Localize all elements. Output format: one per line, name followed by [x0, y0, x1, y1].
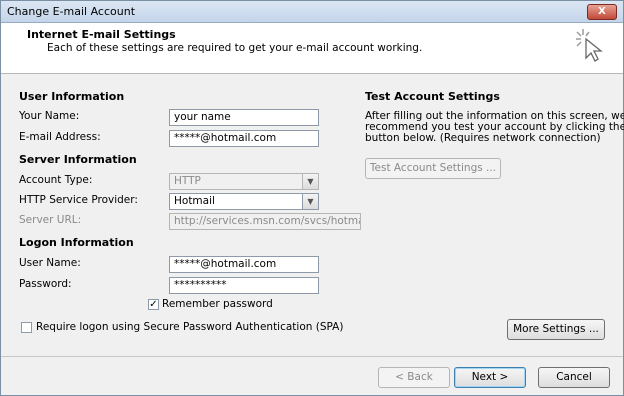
next-button[interactable]: Next >	[454, 367, 526, 388]
your-name-label: Your Name:	[19, 110, 80, 122]
server-info-heading: Server Information	[19, 153, 137, 166]
user-info-heading: User Information	[19, 90, 125, 103]
logon-info-heading: Logon Information	[19, 236, 134, 249]
test-settings-heading: Test Account Settings	[365, 90, 500, 103]
http-provider-select[interactable]: Hotmail ▼	[169, 193, 319, 210]
account-type-value: HTTP	[174, 175, 201, 187]
spa-label[interactable]: Require logon using Secure Password Auth…	[36, 321, 343, 333]
chevron-down-icon: ▼	[302, 174, 318, 189]
http-provider-value: Hotmail	[174, 195, 215, 207]
server-url-input: http://services.msn.com/svcs/hotmail/h	[169, 213, 361, 230]
email-address-input[interactable]: *****@hotmail.com	[169, 130, 319, 147]
password-label: Password:	[19, 278, 72, 290]
cancel-button[interactable]: Cancel	[538, 367, 610, 388]
header-subtitle: Each of these settings are required to g…	[47, 42, 423, 54]
remember-password-label[interactable]: Remember password	[162, 298, 273, 310]
test-settings-description-line3: button below. (Requires network connecti…	[365, 132, 601, 144]
title-bar[interactable]: Change E-mail Account X	[1, 1, 623, 23]
header-title: Internet E-mail Settings	[27, 28, 176, 41]
user-name-input[interactable]: *****@hotmail.com	[169, 256, 319, 273]
close-button[interactable]: X	[587, 4, 617, 20]
your-name-input[interactable]: your name	[169, 109, 319, 126]
back-button[interactable]: < Back	[378, 367, 450, 388]
chevron-down-icon[interactable]: ▼	[302, 194, 318, 209]
dialog-window: Change E-mail Account X Internet E-mail …	[0, 0, 624, 396]
user-name-label: User Name:	[19, 257, 81, 269]
spa-checkbox[interactable]	[21, 322, 32, 333]
header-panel: Internet E-mail Settings Each of these s…	[1, 23, 623, 74]
footer-divider	[1, 356, 623, 357]
remember-password-checkbox[interactable]: ✓	[148, 299, 159, 310]
server-url-label: Server URL:	[19, 214, 82, 226]
email-address-label: E-mail Address:	[19, 131, 101, 143]
password-input[interactable]: **********	[169, 277, 319, 294]
http-provider-label: HTTP Service Provider:	[19, 194, 138, 206]
account-type-label: Account Type:	[19, 174, 93, 186]
test-account-settings-button[interactable]: Test Account Settings ...	[365, 158, 501, 179]
account-type-select: HTTP ▼	[169, 173, 319, 190]
window-title: Change E-mail Account	[7, 5, 136, 18]
cursor-sparkle-icon	[576, 29, 603, 62]
more-settings-button[interactable]: More Settings ...	[507, 319, 605, 340]
